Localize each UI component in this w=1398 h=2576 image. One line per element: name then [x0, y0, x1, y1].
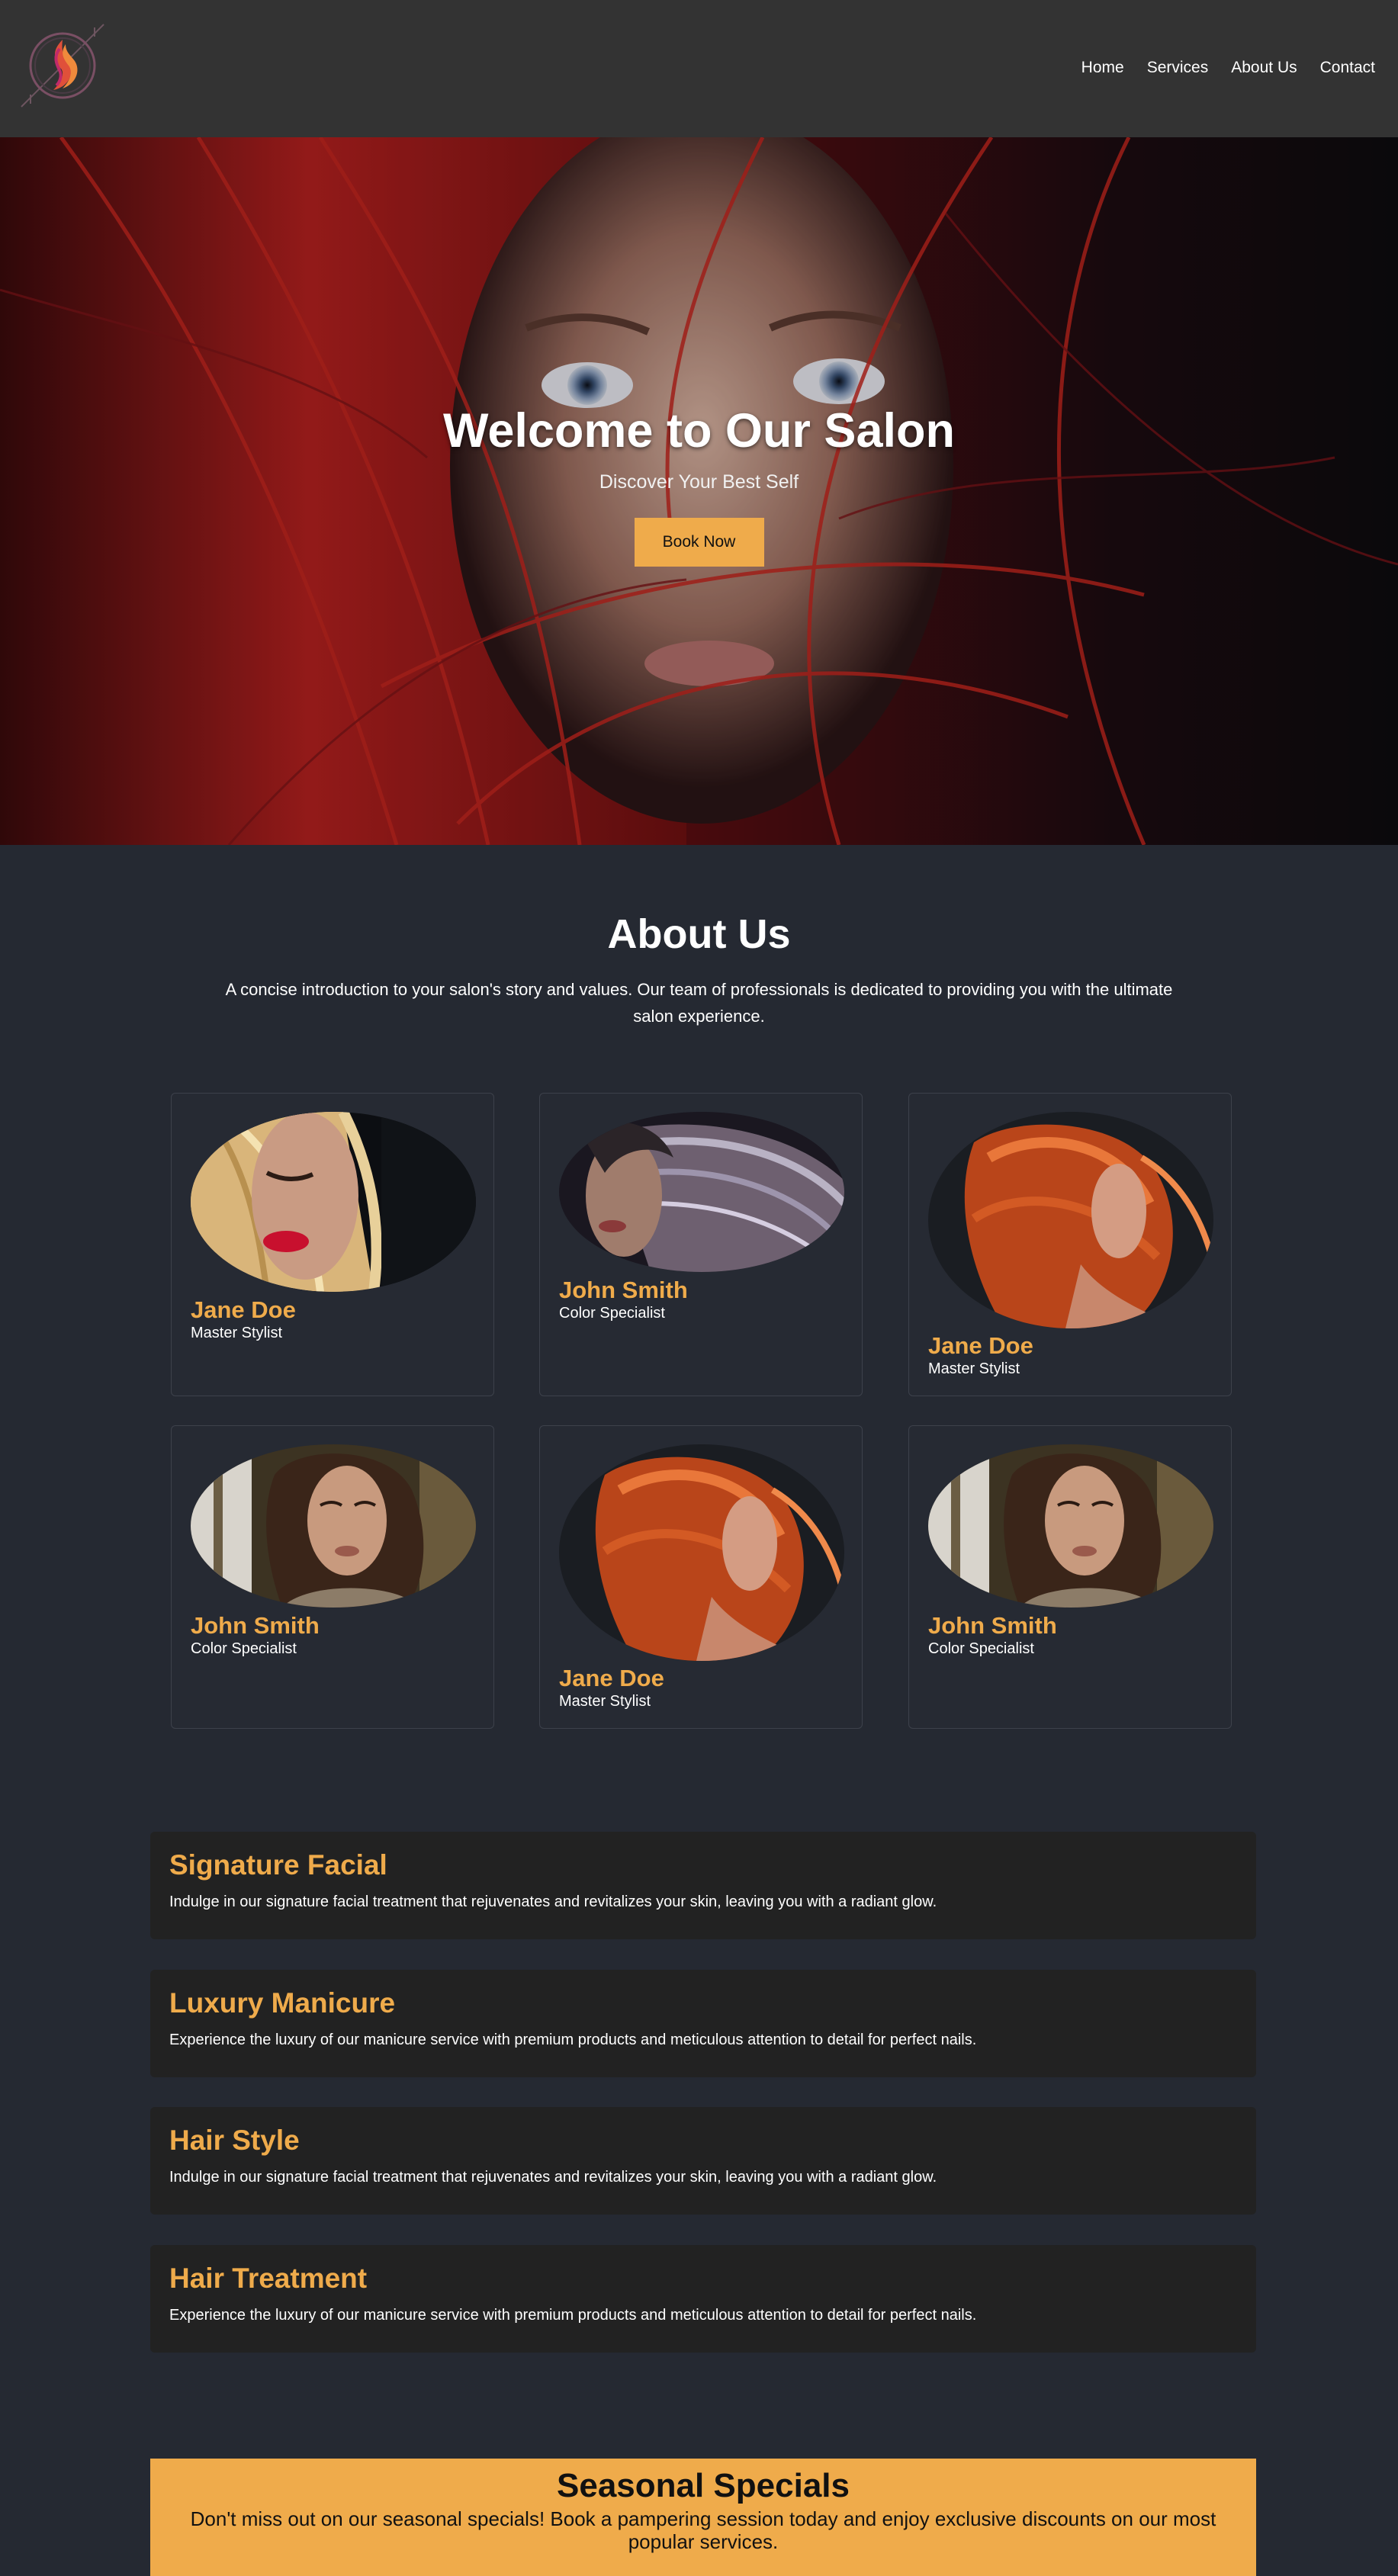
specials-title: Seasonal Specials	[557, 2467, 850, 2504]
team-member-role: Master Stylist	[928, 1360, 1020, 1377]
service-card: Hair Style Indulge in our signature faci…	[150, 2107, 1256, 2215]
service-title: Hair Treatment	[169, 2263, 368, 2294]
team-member-name: Jane Doe	[191, 1296, 296, 1323]
service-description: Indulge in our signature facial treatmen…	[169, 2169, 937, 2186]
team-member-name: John Smith	[559, 1277, 688, 1303]
team-member-role: Color Specialist	[928, 1640, 1034, 1657]
team-member-photo	[559, 1444, 844, 1661]
book-now-button[interactable]: Book Now	[634, 518, 764, 567]
about-title: About Us	[607, 911, 791, 957]
service-title: Signature Facial	[169, 1849, 387, 1881]
team-member-name: Jane Doe	[559, 1665, 664, 1691]
team-member-photo	[928, 1444, 1213, 1608]
specials-text: Don't miss out on our seasonal specials!…	[190, 2507, 1216, 2553]
service-title: Luxury Manicure	[169, 1987, 396, 2019]
service-card: Signature Facial Indulge in our signatur…	[150, 1832, 1256, 1939]
site-header: Home Services About Us Contact	[0, 0, 1398, 137]
team-member-role: Master Stylist	[191, 1325, 283, 1341]
team-card: John Smith Color Specialist	[171, 1425, 494, 1729]
nav-contact-link[interactable]: Contact	[1320, 56, 1375, 79]
team-member-name: John Smith	[191, 1612, 320, 1639]
team-member-role: Master Stylist	[559, 1693, 651, 1710]
team-member-role: Color Specialist	[191, 1640, 297, 1657]
hero-title: Welcome to Our Salon	[443, 404, 955, 458]
team-card: Jane Doe Master Stylist	[539, 1425, 863, 1729]
service-description: Indulge in our signature facial treatmen…	[169, 1893, 937, 1910]
nav-home-link[interactable]: Home	[1081, 56, 1124, 79]
team-member-photo	[191, 1112, 476, 1292]
about-intro-text: A concise introduction to your salon's s…	[225, 980, 1173, 1026]
service-card: Hair Treatment Experience the luxury of …	[150, 2245, 1256, 2353]
team-member-photo	[928, 1112, 1213, 1328]
team-card: Jane Doe Master Stylist	[908, 1093, 1232, 1396]
team-member-name: Jane Doe	[928, 1332, 1033, 1359]
main-nav: Home Services About Us Contact	[1081, 56, 1375, 79]
service-title: Hair Style	[169, 2125, 300, 2156]
team-member-name: John Smith	[928, 1612, 1057, 1639]
hero-subtitle: Discover Your Best Self	[599, 471, 799, 493]
team-member-role: Color Specialist	[559, 1305, 665, 1322]
team-card: John Smith Color Specialist	[539, 1093, 863, 1396]
nav-about-link[interactable]: About Us	[1231, 56, 1297, 79]
hair-flame-logo-icon[interactable]	[15, 18, 110, 113]
team-card: John Smith Color Specialist	[908, 1425, 1232, 1729]
hero-content: Welcome to Our Salon Discover Your Best …	[0, 402, 1398, 567]
team-member-photo	[559, 1112, 844, 1272]
service-description: Experience the luxury of our manicure se…	[169, 2307, 977, 2324]
service-card: Luxury Manicure Experience the luxury of…	[150, 1970, 1256, 2077]
team-card: Jane Doe Master Stylist	[171, 1093, 494, 1396]
service-description: Experience the luxury of our manicure se…	[169, 2032, 977, 2048]
hero-section: Welcome to Our Salon Discover Your Best …	[0, 137, 1398, 845]
seasonal-specials-banner: Seasonal Specials Don't miss out on our …	[150, 2459, 1256, 2576]
team-member-photo	[191, 1444, 476, 1608]
nav-services-link[interactable]: Services	[1147, 56, 1209, 79]
